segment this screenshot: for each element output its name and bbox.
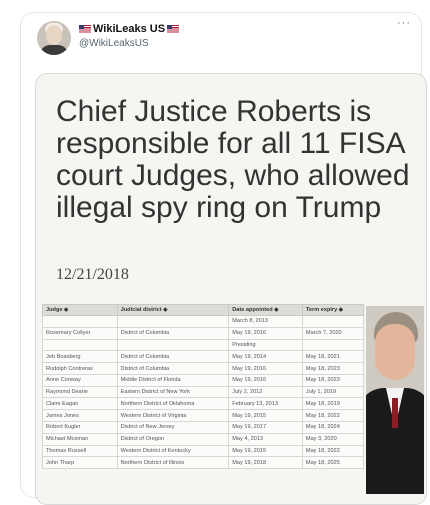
table-cell: Eastern District of New York [116,385,230,399]
avatar-face [46,25,62,45]
table-cell: May 19, 2016 [228,326,303,340]
user-handle[interactable]: @WikiLeaksUS [79,38,149,49]
table-row: Robert Kugler District of New Jersey May 1… [42,421,365,434]
table-cell: Rudolph Contreras [42,362,118,375]
table-row: Anne Conway Middle District of Florida May… [42,373,365,387]
table-row: March 8, 2013 [42,315,365,328]
table-cell: May 19, 2016 [228,362,303,375]
judge-photo [366,306,424,494]
table-cell: May 18, 2021 [301,350,365,364]
tweet-card: WikiLeaks US @WikiLeaksUS ··· Chief Just… [20,12,427,505]
table-cell: Anne Conway [42,373,118,387]
image-headline: Chief Justice Roberts is responsible for… [56,95,410,224]
table-cell: May 19, 2015 [228,409,303,423]
tie [392,398,398,428]
table-cell: May 19, 2018 [228,456,303,470]
table-cell: July 2, 2012 [228,385,303,399]
table-row: Rosemary Collyer District of Columbia May … [42,326,365,340]
table-cell: Western District of Kentucky [116,444,230,458]
table-cell [301,338,365,352]
table-row: Thomas Russell Western District of Kentuc… [42,444,365,458]
column-header: Term expiry ◆ [301,304,365,316]
avatar-body [40,45,68,55]
table-cell: Western District of Virginia [116,409,230,423]
column-header: Judge ◆ [42,304,118,316]
table-cell: July 1, 2019 [301,385,365,399]
table-cell: Raymond Dearie [42,385,118,399]
table-cell [42,315,118,328]
table-row: Rudolph Contreras District of Columbia May… [42,362,365,375]
table-cell: John Tharp [42,456,118,470]
table-row: Jeb Boasberg District of Columbia May 19, … [42,350,365,364]
table-cell: May 18, 2019 [301,397,365,411]
table-row: John Tharp Northern District of Illinois M… [42,456,365,470]
image-date: 12/21/2018 [56,266,129,283]
table-row: Claire Eagan Northern District of Oklahom… [42,397,365,411]
table-cell: May 18, 2022 [301,444,365,458]
table-cell: May 3, 2020 [301,432,365,446]
table-cell: Presiding [228,338,303,352]
table-cell: District of Oregon [116,432,230,446]
table-cell [116,315,230,328]
table-cell: District of New Jersey [116,421,230,434]
table-cell: Robert Kugler [42,421,118,434]
table-cell: May 4, 2013 [228,432,303,446]
table-cell: May 18, 2023 [301,362,365,375]
table-cell: May 19, 2017 [228,421,303,434]
table-cell: May 19, 2015 [228,444,303,458]
table-row: Michael Mosman District of Oregon May 4, 2… [42,432,365,446]
table-cell: Northern District of Oklahoma [116,397,230,411]
table-cell: May 19, 2014 [228,350,303,364]
table-cell: February 13, 2013 [228,397,303,411]
tweet-image[interactable]: Chief Justice Roberts is responsible for… [35,73,427,505]
table-cell: May 19, 2016 [228,373,303,387]
table-cell: District of Columbia [116,350,230,364]
table-cell: Thomas Russell [42,444,118,458]
avatar[interactable] [37,21,71,55]
column-header: Judicial district ◆ [116,304,230,316]
table-cell: District of Columbia [116,326,230,340]
column-header: Date appointed ◆ [228,304,303,316]
display-name-text: WikiLeaks US [93,23,166,35]
table-cell: Northern District of Illinois [116,456,230,470]
table-cell: Michael Mosman [42,432,118,446]
table-row: Raymond Dearie Eastern District of New Yo… [42,385,365,399]
table-cell: Jeb Boasberg [42,350,118,364]
table-cell [301,315,365,328]
table-cell: Middle District of Florida [116,373,230,387]
table-cell: May 18, 2022 [301,409,365,423]
table-cell: March 7, 2020 [301,326,365,340]
table-cell: District of Columbia [116,362,230,375]
ellipsis-icon[interactable]: ··· [397,17,411,29]
judges-table: Judge ◆ Judicial district ◆ Date appoint… [42,304,365,470]
display-name[interactable]: WikiLeaks US [79,23,180,35]
face [375,324,415,380]
table-cell: March 8, 2013 [228,315,303,328]
table-cell: May 18, 2023 [301,373,365,387]
table-cell: May 18, 2025 [301,456,365,470]
table-cell: Rosemary Collyer [42,326,118,340]
table-cell [42,338,118,352]
table-row: Presiding [42,338,365,352]
table-cell: James Jones [42,409,118,423]
table-cell [116,338,230,352]
table-cell: May 18, 2024 [301,421,365,434]
us-flag-icon [79,25,91,33]
us-flag-icon [167,25,180,33]
table-row: James Jones Western District of Virginia M… [42,409,365,423]
table-header-row: Judge ◆ Judicial district ◆ Date appoint… [42,304,365,316]
table-cell: Claire Eagan [42,397,118,411]
